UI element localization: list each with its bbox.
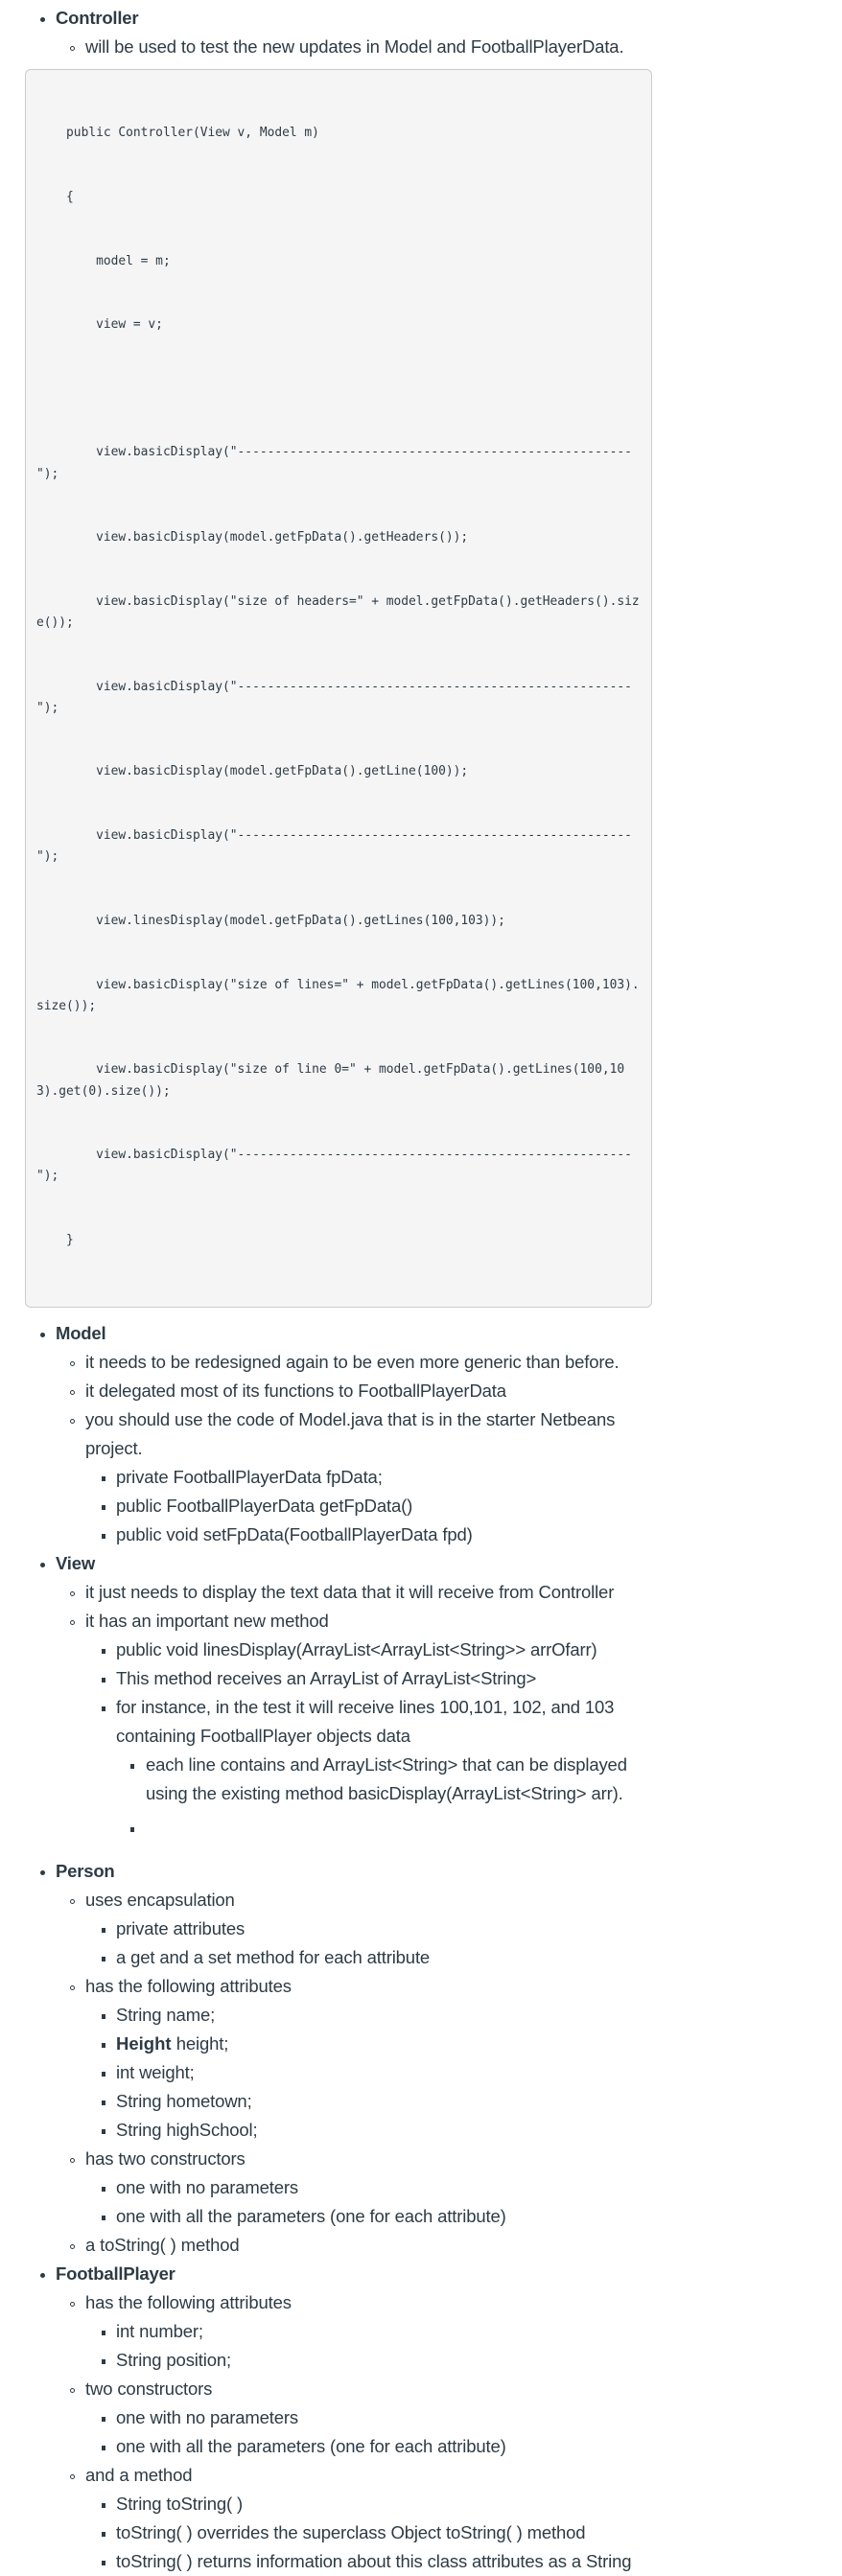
section-footballplayer: FootballPlayer has the following attribu… [0, 2260, 652, 2576]
list-item: String name; [85, 2001, 652, 2030]
code-line: view.basicDisplay("size of lines=" + mod… [36, 977, 640, 1013]
list-item: it delegated most of its functions to Fo… [56, 1377, 652, 1405]
list-item: has the following attributes int number;… [56, 2288, 652, 2375]
assignment-document: Controller will be used to test the new … [0, 0, 652, 2576]
list-item: public FootballPlayerData getFpData() [85, 1492, 652, 1520]
list-item: will be used to test the new updates in … [56, 33, 652, 61]
code-line: view.linesDisplay(model.getFpData().getL… [36, 913, 505, 928]
section-title: View [56, 1552, 96, 1573]
class-list: Model it needs to be redesigned again to… [0, 1319, 652, 2576]
code-line: view.basicDisplay(model.getFpData().getH… [36, 530, 469, 545]
code-line: view.basicDisplay("---------------------… [36, 828, 632, 865]
list-item: uses encapsulation private attributes a … [56, 1886, 652, 1972]
code-line: view.basicDisplay(model.getFpData().getL… [36, 764, 469, 779]
code-line: view.basicDisplay("---------------------… [36, 679, 632, 715]
list-item: it needs to be redesigned again to be ev… [56, 1348, 652, 1377]
list-item: one with no parameters [85, 2403, 652, 2432]
controller-code-block: public Controller(View v, Model m) { mod… [25, 69, 652, 1308]
list-item: one with all the parameters (one for eac… [85, 2432, 652, 2461]
list-item: toString( ) returns information about th… [85, 2547, 652, 2576]
bold-type-name: Height [116, 2032, 172, 2054]
list-item: it has an important new method public vo… [56, 1607, 652, 1851]
section-view: View it just needs to display the text d… [0, 1549, 652, 1851]
empty-list-item [116, 1814, 652, 1851]
list-item: you should use the code of Model.java th… [56, 1405, 652, 1549]
list-item: one with no parameters [85, 2173, 652, 2202]
list-item: private FootballPlayerData fpData; [85, 1463, 652, 1492]
list-item: String toString( ) [85, 2490, 652, 2518]
section-title: Model [56, 1322, 106, 1343]
code-line: view.basicDisplay("size of line 0=" + mo… [36, 1062, 625, 1099]
list-item: toString( ) overrides the superclass Obj… [85, 2518, 652, 2547]
list-item: Height height; [85, 2030, 652, 2058]
list-item: it just needs to display the text data t… [56, 1578, 652, 1607]
list-item: has two constructors one with no paramet… [56, 2145, 652, 2231]
list-item: int number; [85, 2317, 652, 2346]
list-item: has the following attributes String name… [56, 1972, 652, 2145]
list-item: String hometown; [85, 2087, 652, 2116]
list-item: int weight; [85, 2058, 652, 2087]
section-title: Controller [56, 8, 139, 28]
code-line: } [36, 1232, 74, 1247]
code-line: view.basicDisplay("size of headers=" + m… [36, 593, 640, 631]
list-item: public void setFpData(FootballPlayerData… [85, 1520, 652, 1549]
list-item: a get and a set method for each attribut… [85, 1943, 652, 1972]
list-item: for instance, in the test it will receiv… [85, 1693, 652, 1851]
code-line: public Controller(View v, Model m) [36, 126, 319, 141]
section-model: Model it needs to be redesigned again to… [0, 1319, 652, 1549]
list-item: String highSchool; [85, 2116, 652, 2145]
list-item: public void linesDisplay(ArrayList<Array… [85, 1636, 652, 1664]
list-item: one with all the parameters (one for eac… [85, 2202, 652, 2231]
code-line: model = m; [36, 253, 171, 268]
section-title: FootballPlayer [56, 2263, 175, 2284]
list-item: String position; [85, 2346, 652, 2375]
code-line: view.basicDisplay("---------------------… [36, 1148, 632, 1184]
section-controller: Controller will be used to test the new … [0, 4, 652, 61]
list-item: and a method String toString( ) toString… [56, 2461, 652, 2576]
code-line: view.basicDisplay("---------------------… [36, 445, 632, 481]
section-person: Person uses encapsulation private attrib… [0, 1857, 652, 2260]
list-item: private attributes [85, 1915, 652, 1943]
class-list: Controller will be used to test the new … [0, 4, 652, 61]
list-item: two constructors one with no parameters … [56, 2375, 652, 2461]
section-title: Person [56, 1860, 115, 1881]
code-line: view = v; [36, 317, 163, 333]
code-line: { [36, 190, 74, 205]
list-item: This method receives an ArrayList of Arr… [85, 1664, 652, 1693]
list-item: each line contains and ArrayList<String>… [116, 1751, 652, 1808]
list-item: a toString( ) method [56, 2231, 652, 2260]
